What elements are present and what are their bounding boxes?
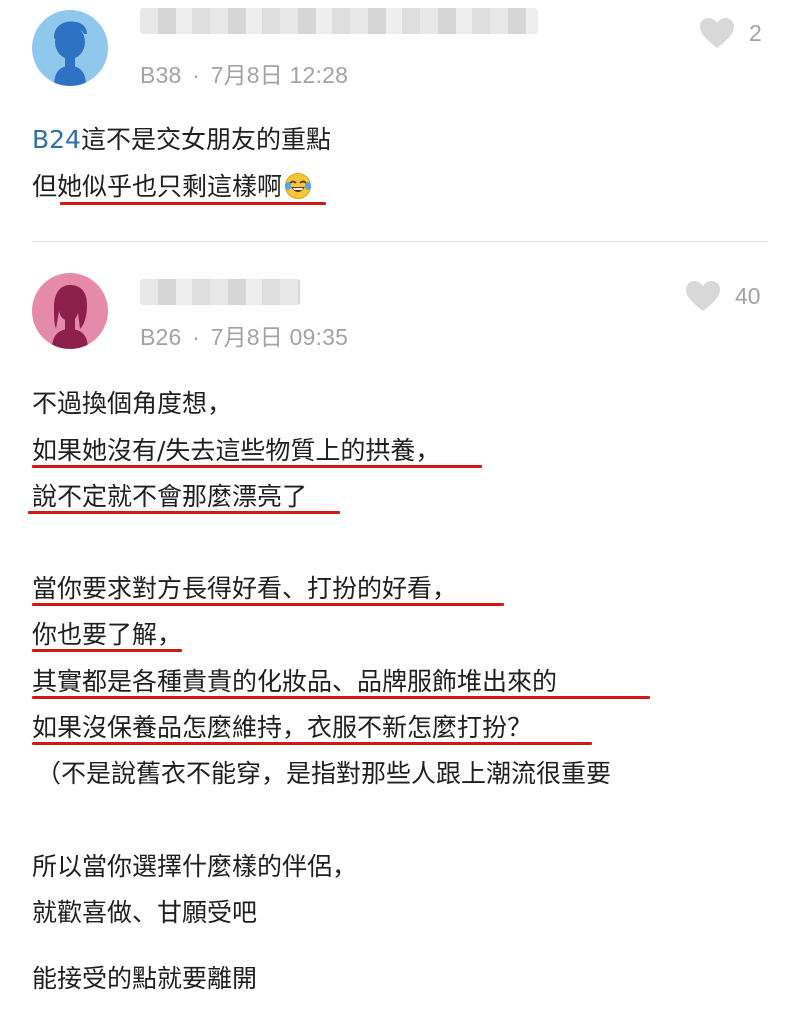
- like-count: 40: [735, 282, 761, 309]
- comment-line: B24這不是交女朋友的重點: [32, 125, 331, 155]
- comment-divider: [32, 241, 768, 242]
- comment-line: 如果她沒有/失去這些物質上的拱養，: [32, 436, 441, 465]
- author-name-blurred: [140, 279, 300, 305]
- comment-text: 但她似乎也只剩這樣啊: [32, 172, 283, 201]
- like-button[interactable]: 2: [699, 17, 762, 49]
- comment-line: （不是說舊衣不能穿，是指對那些人跟上潮流很重要: [36, 759, 612, 788]
- avatar[interactable]: [32, 10, 108, 86]
- comment-line: 所以當你選擇什麼樣的伴侶，: [32, 852, 358, 881]
- comment-meta: B26 · 7月8日 09:35: [140, 318, 348, 352]
- comment-line: 當你要求對方長得好看、打扮的好看，: [32, 574, 458, 603]
- comment-line: 但她似乎也只剩這樣啊: [32, 172, 312, 202]
- meta-separator: ·: [192, 62, 200, 88]
- comment-line: 就歡喜做、甘願受吧: [32, 898, 258, 927]
- heart-icon: [686, 281, 720, 311]
- comment-line: 如果沒保養品怎麼維持，衣服不新怎麼打扮？: [32, 713, 533, 742]
- comment-line: 不過換個角度想，: [32, 389, 233, 418]
- comment-meta: B38 · 7月8日 12:28: [140, 56, 348, 90]
- male-avatar-icon: [54, 21, 87, 86]
- comment-line: 能接受的點就要離開: [32, 964, 258, 993]
- highlight-underline: [32, 696, 650, 699]
- comment-line: 其實都是各種貴貴的化妝品、品牌服飾堆出來的: [32, 667, 558, 696]
- timestamp: 7月8日 12:28: [210, 62, 349, 88]
- floor-number: B26: [140, 324, 182, 350]
- comment-text: 這不是交女朋友的重點: [80, 125, 331, 154]
- highlight-underline: [28, 511, 340, 514]
- heart-icon: [700, 18, 734, 48]
- highlight-underline: [60, 202, 326, 205]
- avatar[interactable]: [32, 273, 108, 349]
- like-button[interactable]: 40: [685, 280, 761, 312]
- comment-line: 你也要了解，: [32, 620, 183, 649]
- comment-b38: B38 · 7月8日 12:28 2 B24這不是交女朋友的重點 但她似乎也只剩…: [0, 0, 800, 242]
- timestamp: 7月8日 09:35: [210, 324, 349, 350]
- author-name-blurred: [140, 8, 538, 34]
- highlight-underline: [32, 603, 504, 606]
- like-count: 2: [749, 19, 762, 46]
- highlight-underline: [32, 465, 482, 468]
- laughing-tears-emoji-icon: [285, 173, 312, 199]
- female-avatar-icon: [52, 285, 88, 349]
- floor-number: B38: [140, 62, 182, 88]
- meta-separator: ·: [192, 324, 200, 350]
- comment-line: 說不定就不會那麼漂亮了: [32, 482, 308, 511]
- highlight-underline: [32, 649, 182, 652]
- highlight-underline: [32, 742, 592, 745]
- floor-mention-link[interactable]: B24: [32, 125, 81, 154]
